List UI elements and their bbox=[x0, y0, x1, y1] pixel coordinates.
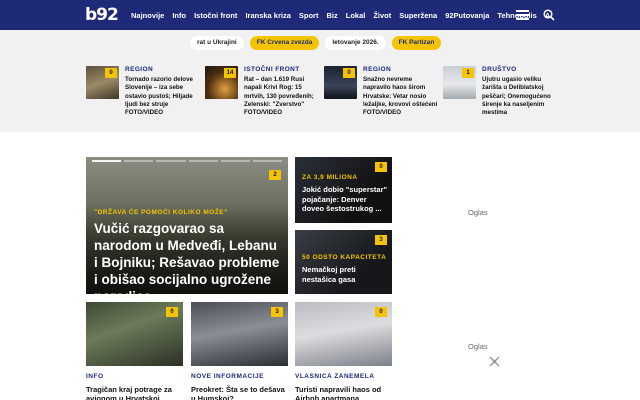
article-title[interactable]: Tragičan kraj potrage za avionom u Hrvat… bbox=[86, 385, 183, 400]
nav-iranska-kriza[interactable]: Iranska kriza bbox=[245, 11, 290, 20]
b92-logo[interactable]: b92 bbox=[85, 4, 119, 26]
article-category[interactable]: REGION bbox=[363, 66, 391, 73]
article-title[interactable]: Turisti napravili haos od Airbnb apartma… bbox=[295, 385, 392, 400]
article-kicker: NOVE INFORMACIJE bbox=[191, 373, 265, 380]
comment-count-badge: 0 bbox=[343, 68, 355, 78]
comment-count-badge: 1 bbox=[462, 68, 474, 78]
bottom-article[interactable]: 0 VLASNICA ZANEMELA Turisti napravili ha… bbox=[295, 302, 392, 400]
article-title[interactable]: Snažno nevreme napravilo haos širom Hrva… bbox=[363, 76, 441, 117]
comment-count-badge: 3 bbox=[271, 307, 283, 317]
mini-article[interactable]: 14 ISTOČNI FRONT Rat – dan 1.619 Rusi na… bbox=[205, 66, 317, 122]
lead-article[interactable]: 2 "DRŽAVA ĆE POMOĆI KOLIKO MOŽE" Vučić r… bbox=[86, 157, 288, 294]
slider-dots[interactable] bbox=[92, 160, 283, 162]
bottom-article[interactable]: 3 NOVE INFORMACIJE Preokret: Šta se to d… bbox=[191, 302, 288, 400]
nav-sport[interactable]: Sport bbox=[299, 11, 319, 20]
comment-count-badge: 0 bbox=[166, 307, 178, 317]
topic-pills: rat u Ukrajini FK Crvena zvezda letovanj… bbox=[190, 36, 442, 50]
article-kicker: INFO bbox=[86, 373, 104, 380]
article-category[interactable]: REGION bbox=[125, 66, 153, 73]
comment-count-badge: 0 bbox=[105, 68, 117, 78]
comment-count-badge: 0 bbox=[375, 162, 387, 172]
nav-biz[interactable]: Biz bbox=[326, 11, 337, 20]
side-article[interactable]: 3 50 ODSTO KAPACITETA Nemačkoj preti nes… bbox=[295, 230, 392, 294]
nav-info[interactable]: Info bbox=[172, 11, 186, 20]
ad-label: Oglas bbox=[468, 208, 488, 217]
mini-article[interactable]: 0 REGION Tornado razorio delove Slovenij… bbox=[86, 66, 198, 122]
mini-article[interactable]: 1 DRUŠTVO Ujutru ugasio veliku žarišta u… bbox=[443, 66, 555, 122]
nav-lokal[interactable]: Lokal bbox=[346, 11, 366, 20]
comment-count-badge: 0 bbox=[375, 307, 387, 317]
nav-zivot[interactable]: Život bbox=[373, 11, 391, 20]
side-article[interactable]: 0 ZA 3,9 MILIONA Jokić dobio "superstar"… bbox=[295, 157, 392, 223]
article-title[interactable]: Preokret: Šta se to dešava u Humskoj? bbox=[191, 385, 288, 400]
pill-fk-partizan[interactable]: FK Partizan bbox=[391, 36, 442, 50]
bottom-article[interactable]: 0 INFO Tragičan kraj potrage za avionom … bbox=[86, 302, 183, 400]
article-kicker: "DRŽAVA ĆE POMOĆI KOLIKO MOŽE" bbox=[94, 209, 228, 216]
article-title[interactable]: Jokić dobio "superstar" pojačanje: Denve… bbox=[302, 185, 390, 214]
ad-label: Oglas bbox=[468, 342, 488, 351]
nav-superzena[interactable]: Superžena bbox=[399, 11, 437, 20]
article-kicker: 50 ODSTO KAPACITETA bbox=[302, 254, 387, 261]
pill-letovanje-2026[interactable]: letovanje 2026. bbox=[325, 36, 386, 50]
article-kicker: ZA 3,9 MILIONA bbox=[302, 174, 358, 181]
article-title[interactable]: Rat – dan 1.619 Rusi napali Krivi Rog: 1… bbox=[244, 76, 322, 117]
nav-92putovanja[interactable]: 92Putovanja bbox=[445, 11, 489, 20]
article-title[interactable]: Nemačkoj preti nestašica gasa bbox=[302, 265, 390, 284]
comment-count-badge: 14 bbox=[224, 68, 236, 78]
mini-article[interactable]: 0 REGION Snažno nevreme napravilo haos š… bbox=[324, 66, 437, 122]
search-icon[interactable] bbox=[543, 9, 555, 21]
menu-icon[interactable] bbox=[516, 10, 529, 20]
lead-article-title[interactable]: Vučić razgovarao sa narodom u Medveđi, L… bbox=[94, 220, 284, 294]
article-kicker: VLASNICA ZANEMELA bbox=[295, 373, 375, 380]
comment-count-badge: 2 bbox=[269, 170, 281, 180]
article-category[interactable]: DRUŠTVO bbox=[482, 66, 517, 73]
main-nav: Najnovije Info Istočni front Iranska kri… bbox=[131, 0, 550, 30]
article-category[interactable]: ISTOČNI FRONT bbox=[244, 66, 300, 73]
pill-rat-u-ukrajini[interactable]: rat u Ukrajini bbox=[190, 36, 244, 50]
pill-fk-crvena-zvezda[interactable]: FK Crvena zvezda bbox=[249, 36, 320, 50]
article-title[interactable]: Ujutru ugasio veliku žarišta u Deliblats… bbox=[482, 76, 560, 117]
article-title[interactable]: Tornado razorio delove Slovenije – iza s… bbox=[125, 76, 203, 117]
close-ad-icon[interactable] bbox=[489, 356, 500, 367]
nav-istocni-front[interactable]: Istočni front bbox=[194, 11, 237, 20]
top-navigation-bar: b92 Najnovije Info Istočni front Iranska… bbox=[0, 0, 640, 30]
nav-najnovije[interactable]: Najnovije bbox=[131, 11, 164, 20]
comment-count-badge: 3 bbox=[375, 235, 387, 245]
